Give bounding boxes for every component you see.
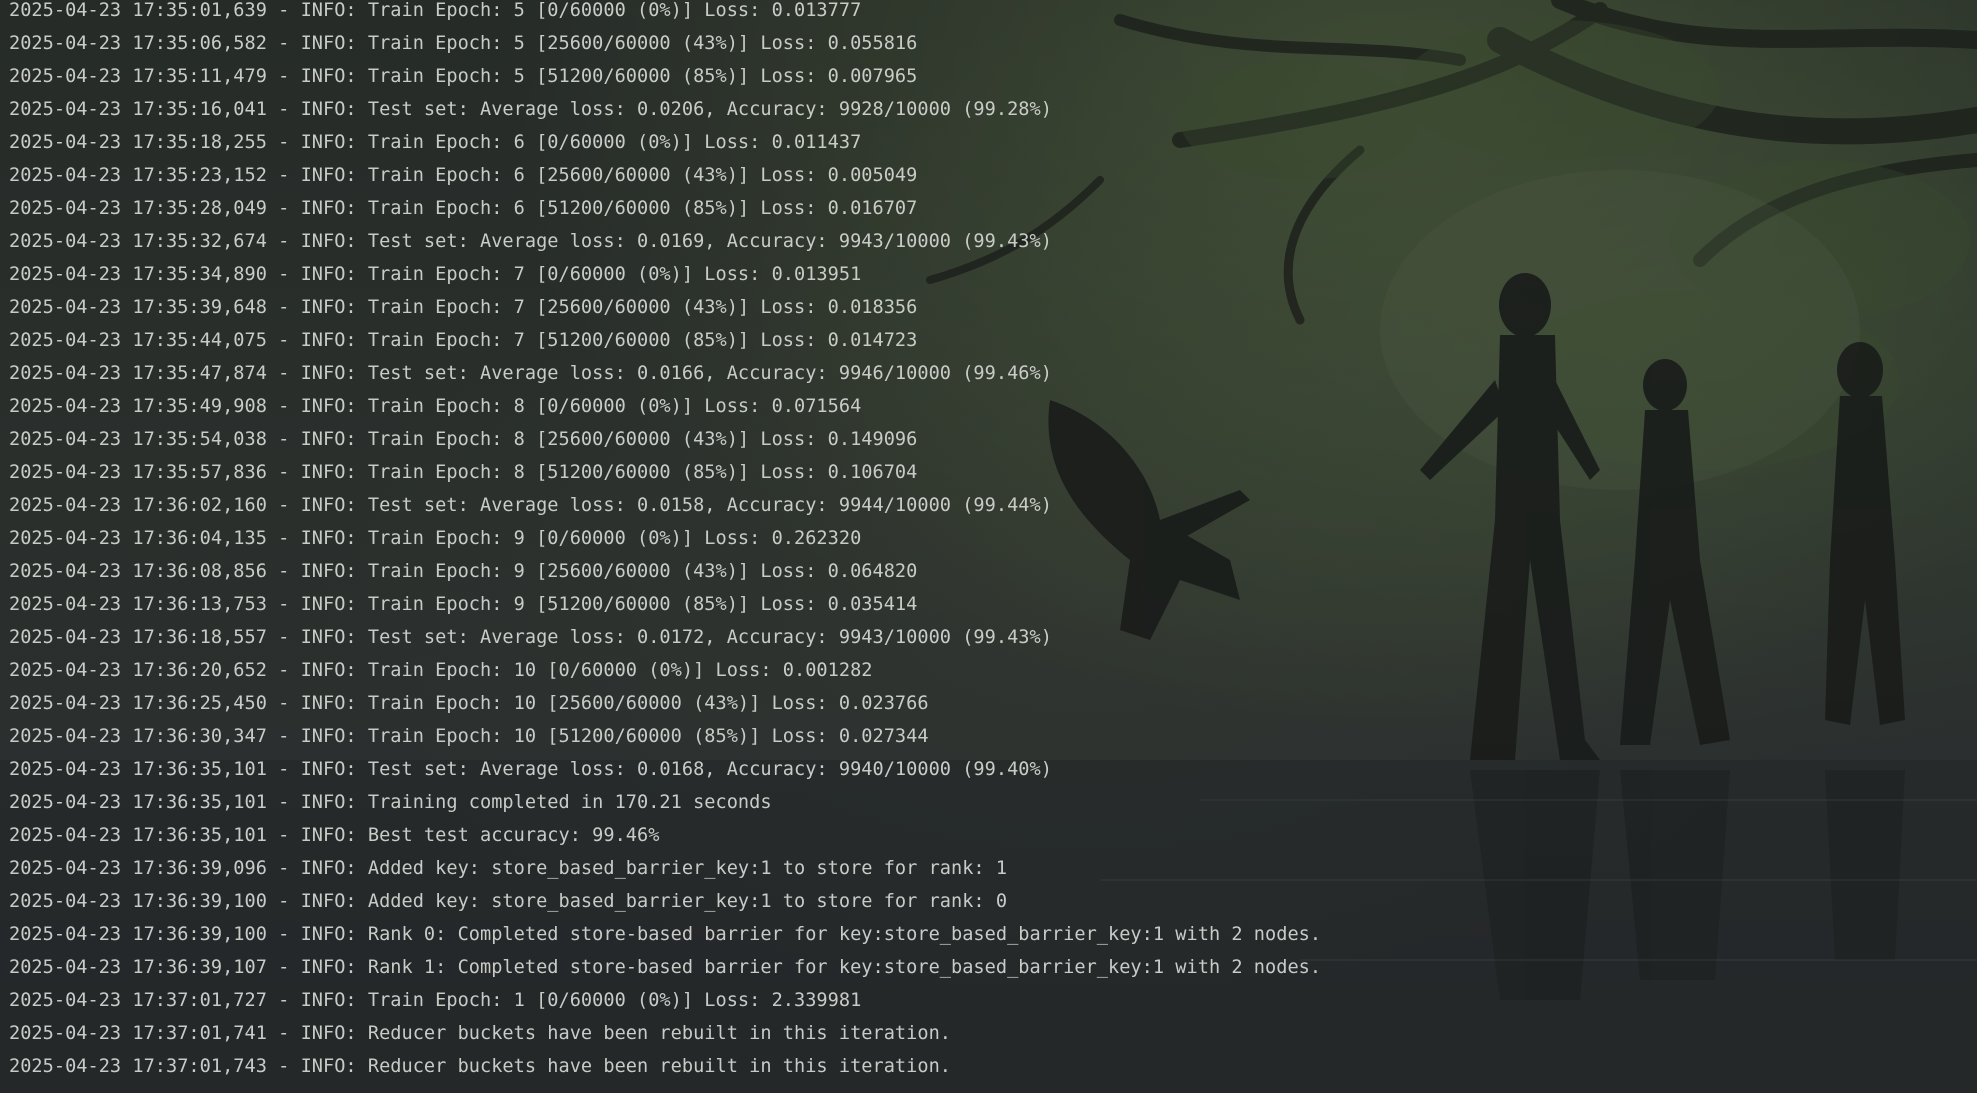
- log-line: 2025-04-23 17:36:02,160 - INFO: Test set…: [9, 495, 1052, 516]
- log-line: 2025-04-23 17:35:01,639 - INFO: Train Ep…: [9, 0, 862, 21]
- log-line: 2025-04-23 17:36:30,347 - INFO: Train Ep…: [9, 726, 929, 747]
- log-line: 2025-04-23 17:36:04,135 - INFO: Train Ep…: [9, 528, 862, 549]
- log-line: 2025-04-23 17:36:35,101 - INFO: Training…: [9, 792, 772, 813]
- log-line: 2025-04-23 17:37:01,743 - INFO: Reducer …: [9, 1056, 952, 1077]
- log-line: 2025-04-23 17:35:28,049 - INFO: Train Ep…: [9, 198, 918, 219]
- log-lines: 2025-04-23 17:35:01,639 - INFO: Train Ep…: [9, 0, 1321, 1083]
- log-line: 2025-04-23 17:37:01,727 - INFO: Train Ep…: [9, 990, 862, 1011]
- log-line: 2025-04-23 17:35:11,479 - INFO: Train Ep…: [9, 66, 918, 87]
- log-line: 2025-04-23 17:36:39,100 - INFO: Rank 0: …: [9, 924, 1322, 945]
- log-line: 2025-04-23 17:36:35,101 - INFO: Test set…: [9, 759, 1052, 780]
- log-line: 2025-04-23 17:35:57,836 - INFO: Train Ep…: [9, 462, 918, 483]
- log-line: 2025-04-23 17:35:54,038 - INFO: Train Ep…: [9, 429, 918, 450]
- log-line: 2025-04-23 17:35:32,674 - INFO: Test set…: [9, 231, 1052, 252]
- log-line: 2025-04-23 17:35:18,255 - INFO: Train Ep…: [9, 132, 862, 153]
- log-line: 2025-04-23 17:36:25,450 - INFO: Train Ep…: [9, 693, 929, 714]
- log-line: 2025-04-23 17:36:18,557 - INFO: Test set…: [9, 627, 1052, 648]
- log-line: 2025-04-23 17:35:49,908 - INFO: Train Ep…: [9, 396, 862, 417]
- console-output-panel[interactable]: 2025-04-23 17:35:01,639 - INFO: Train Ep…: [0, 0, 1977, 1093]
- log-line: 2025-04-23 17:36:20,652 - INFO: Train Ep…: [9, 660, 873, 681]
- log-line: 2025-04-23 17:35:16,041 - INFO: Test set…: [9, 99, 1052, 120]
- log-line: 2025-04-23 17:36:13,753 - INFO: Train Ep…: [9, 594, 918, 615]
- log-line: 2025-04-23 17:35:34,890 - INFO: Train Ep…: [9, 264, 862, 285]
- log-line: 2025-04-23 17:36:39,107 - INFO: Rank 1: …: [9, 957, 1322, 978]
- log-line: 2025-04-23 17:36:08,856 - INFO: Train Ep…: [9, 561, 918, 582]
- log-line: 2025-04-23 17:35:06,582 - INFO: Train Ep…: [9, 33, 918, 54]
- log-line: 2025-04-23 17:35:39,648 - INFO: Train Ep…: [9, 297, 918, 318]
- log-line: 2025-04-23 17:35:47,874 - INFO: Test set…: [9, 363, 1052, 384]
- log-line: 2025-04-23 17:36:39,100 - INFO: Added ke…: [9, 891, 1008, 912]
- log-line: 2025-04-23 17:35:23,152 - INFO: Train Ep…: [9, 165, 918, 186]
- log-line: 2025-04-23 17:36:39,096 - INFO: Added ke…: [9, 858, 1008, 879]
- log-line: 2025-04-23 17:36:35,101 - INFO: Best tes…: [9, 825, 660, 846]
- log-line: 2025-04-23 17:37:01,741 - INFO: Reducer …: [9, 1023, 952, 1044]
- log-line: 2025-04-23 17:35:44,075 - INFO: Train Ep…: [9, 330, 918, 351]
